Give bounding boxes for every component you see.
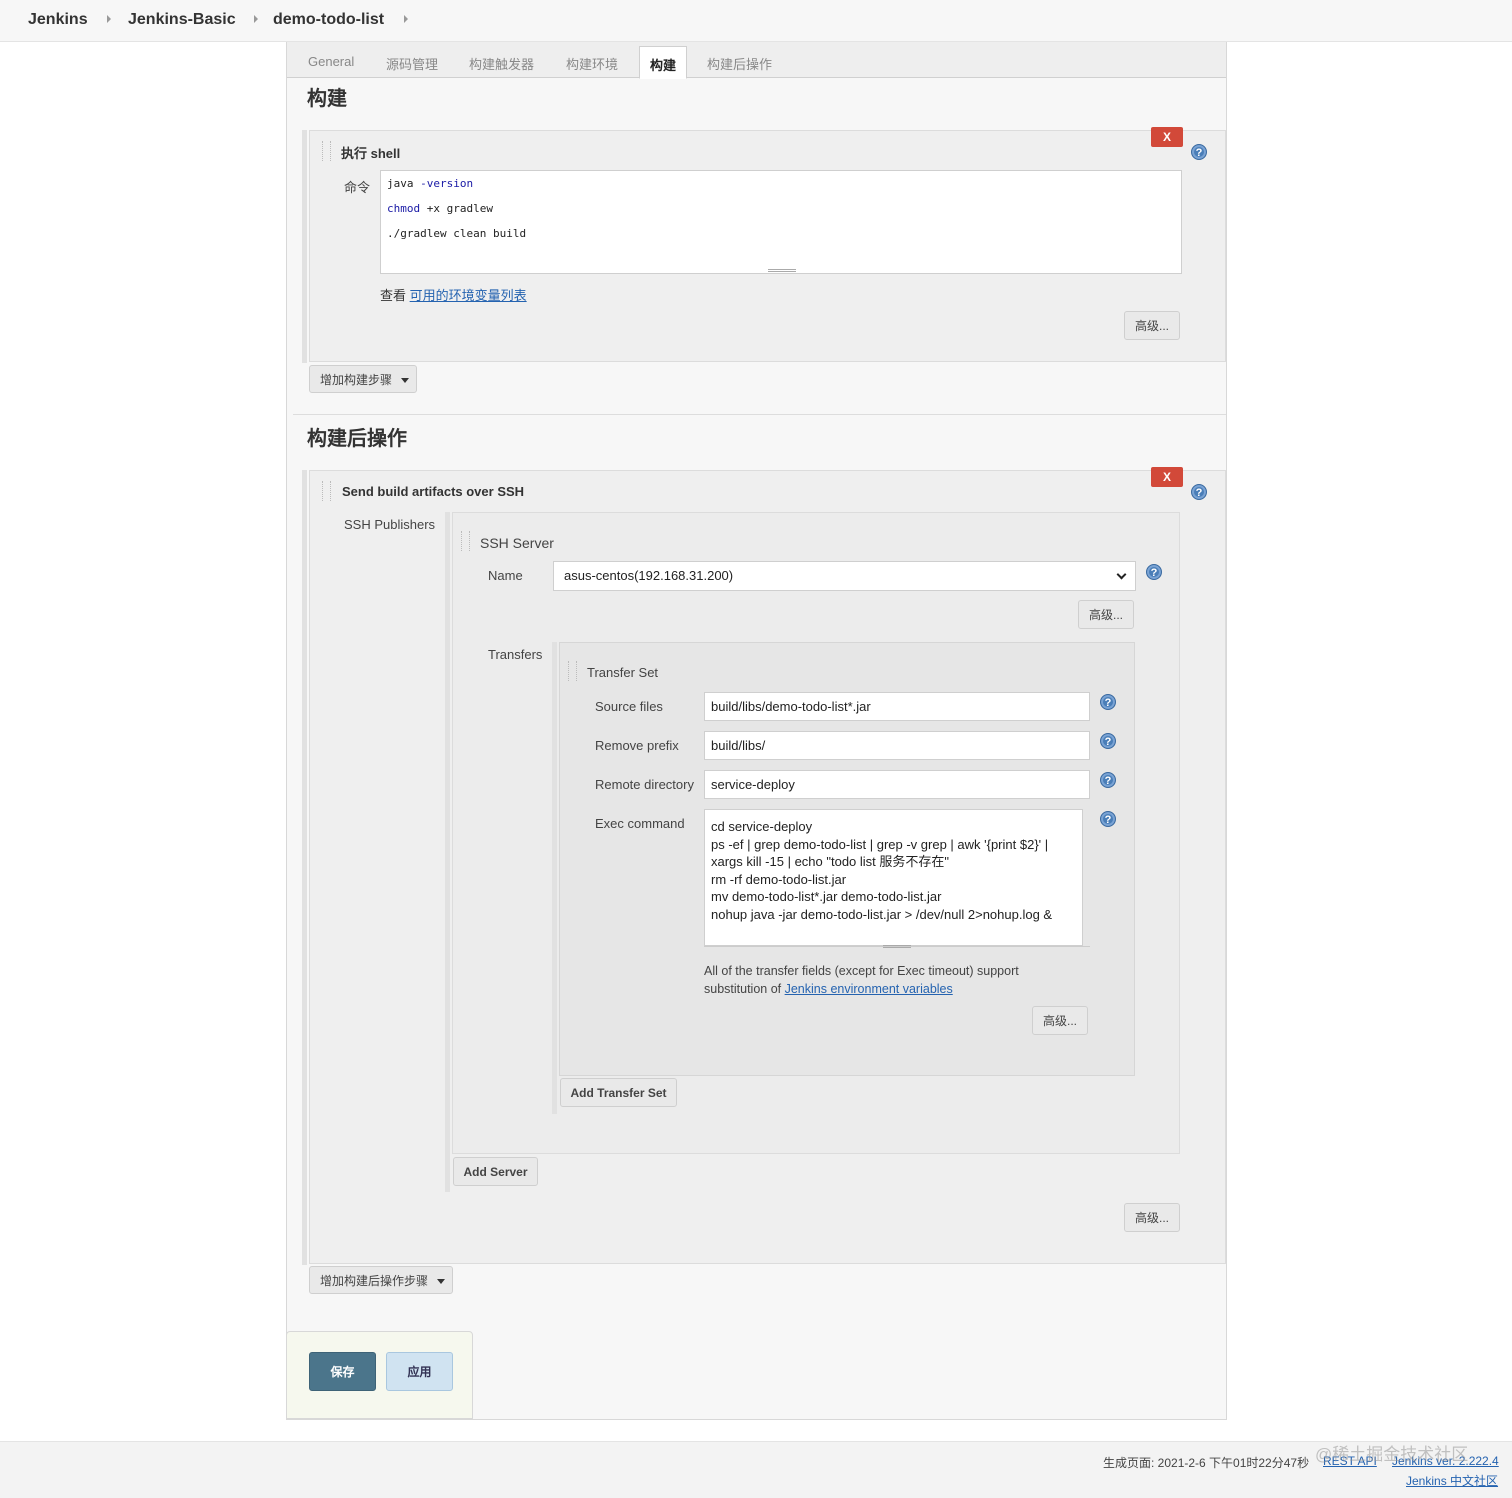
drag-handle-icon[interactable]: [568, 661, 577, 681]
server-name-value: asus-centos(192.168.31.200): [564, 568, 734, 583]
code-line: chmod +x gradlew: [387, 202, 493, 215]
ssh-step-bar: [302, 470, 307, 1265]
jenkins-env-vars-link[interactable]: Jenkins environment variables: [785, 982, 953, 996]
breadcrumb-separator-icon: [254, 15, 258, 23]
code-text: java: [387, 177, 421, 190]
resize-handle-icon[interactable]: [883, 945, 911, 948]
exec-command-textarea[interactable]: cd service-deploy ps -ef | grep demo-tod…: [704, 809, 1083, 946]
delete-icon[interactable]: X: [1151, 467, 1183, 487]
add-transfer-set-button[interactable]: Add Transfer Set: [560, 1078, 677, 1107]
help-icon[interactable]: ?: [1146, 564, 1162, 580]
breadcrumb-separator-icon: [107, 15, 111, 23]
drag-handle-icon[interactable]: [461, 531, 470, 551]
env-vars-hint: 查看 可用的环境变量列表: [380, 285, 527, 304]
code-text: +x gradlew: [420, 202, 493, 215]
tab-general[interactable]: General: [308, 54, 354, 69]
build-section-title: 构建: [307, 88, 347, 110]
help-icon[interactable]: ?: [1100, 811, 1116, 827]
help-icon[interactable]: ?: [1100, 694, 1116, 710]
add-post-build-step-button[interactable]: 增加构建后操作步骤: [309, 1266, 453, 1294]
chevron-down-icon: [401, 378, 409, 383]
tab-environment[interactable]: 构建环境: [566, 54, 618, 73]
transfer-note-line: substitution of Jenkins environment vari…: [704, 980, 1019, 998]
help-icon[interactable]: ?: [1100, 733, 1116, 749]
transfer-note: All of the transfer fields (except for E…: [704, 962, 1019, 998]
tab-scm[interactable]: 源码管理: [386, 54, 438, 73]
source-files-label: Source files: [595, 699, 663, 714]
jenkins-community-link[interactable]: Jenkins 中文社区: [1406, 1472, 1498, 1489]
code-line: ./gradlew clean build: [387, 227, 526, 240]
help-icon[interactable]: ?: [1191, 144, 1207, 160]
transfers-label: Transfers: [488, 647, 543, 662]
transfer-set-title: Transfer Set: [587, 665, 659, 680]
breadcrumb-separator-icon[interactable]: [404, 15, 408, 23]
add-post-build-step-label: 增加构建后操作步骤: [320, 1274, 429, 1288]
shell-step-bar: [302, 130, 307, 363]
command-editor[interactable]: java -version chmod +x gradlew ./gradlew…: [380, 170, 1182, 274]
transfer-note-line: All of the transfer fields (except for E…: [704, 964, 1019, 978]
exec-command-label: Exec command: [595, 816, 685, 831]
code-line: java -version: [387, 177, 473, 190]
watermark: @稀土掘金技术社区: [1315, 1445, 1469, 1464]
chevron-down-icon: [437, 1279, 445, 1284]
breadcrumb-jenkins[interactable]: Jenkins: [28, 11, 88, 29]
config-tabs: General 源码管理 构建触发器 构建环境 构建 构建后操作: [287, 42, 1226, 79]
ssh-step-title: Send build artifacts over SSH: [342, 484, 525, 499]
breadcrumb: Jenkins Jenkins-Basic demo-todo-list: [0, 0, 1512, 42]
chevron-down-icon: [1116, 569, 1127, 580]
publisher-advanced-button[interactable]: 高级...: [1124, 1203, 1180, 1232]
transfer-note-prefix: substitution of: [704, 982, 785, 996]
help-icon[interactable]: ?: [1191, 484, 1207, 500]
breadcrumb-jenkins-basic[interactable]: Jenkins-Basic: [128, 11, 236, 29]
drag-handle-icon[interactable]: [322, 141, 331, 161]
ssh-server-bar: [445, 512, 450, 1192]
server-name-select[interactable]: asus-centos(192.168.31.200): [553, 561, 1136, 591]
server-name-label: Name: [488, 568, 523, 583]
save-button[interactable]: 保存: [309, 1352, 376, 1391]
code-keyword: -version: [420, 177, 474, 190]
env-vars-prefix: 查看: [380, 288, 410, 303]
env-vars-link[interactable]: 可用的环境变量列表: [410, 288, 527, 303]
add-build-step-label: 增加构建步骤: [320, 373, 393, 387]
page-generated-time: 生成页面: 2021-2-6 下午01时22分47秒: [1103, 1456, 1310, 1470]
post-build-section-title: 构建后操作: [307, 428, 407, 450]
tab-post-build[interactable]: 构建后操作: [707, 54, 772, 73]
remove-prefix-label: Remove prefix: [595, 738, 679, 753]
help-icon[interactable]: ?: [1100, 772, 1116, 788]
code-keyword: chmod: [387, 202, 421, 215]
remove-prefix-input[interactable]: build/libs/: [704, 731, 1090, 760]
command-label: 命令: [344, 180, 371, 195]
apply-button[interactable]: 应用: [386, 1352, 453, 1391]
transfer-set-bar: [552, 642, 557, 1114]
drag-handle-icon[interactable]: [322, 481, 331, 501]
delete-icon[interactable]: X: [1151, 127, 1183, 147]
add-server-button[interactable]: Add Server: [453, 1157, 538, 1186]
tab-triggers[interactable]: 构建触发器: [469, 54, 534, 73]
resize-handle-icon[interactable]: [768, 269, 796, 272]
code-text: ./gradlew clean build: [387, 227, 527, 240]
shell-step-title: 执行 shell: [341, 146, 401, 161]
transfer-advanced-button[interactable]: 高级...: [1032, 1006, 1088, 1035]
breadcrumb-demo-todo-list[interactable]: demo-todo-list: [273, 11, 384, 29]
remote-directory-label: Remote directory: [595, 777, 694, 792]
tab-build[interactable]: 构建: [639, 46, 688, 79]
section-divider: [293, 414, 1226, 415]
add-build-step-button[interactable]: 增加构建步骤: [309, 365, 417, 393]
ssh-publishers-label: SSH Publishers: [344, 517, 436, 532]
ssh-server-title: SSH Server: [480, 535, 554, 551]
source-files-input[interactable]: build/libs/demo-todo-list*.jar: [704, 692, 1090, 721]
server-advanced-button[interactable]: 高级...: [1078, 600, 1134, 629]
shell-advanced-button[interactable]: 高级...: [1124, 311, 1180, 340]
remote-directory-input[interactable]: service-deploy: [704, 770, 1090, 799]
